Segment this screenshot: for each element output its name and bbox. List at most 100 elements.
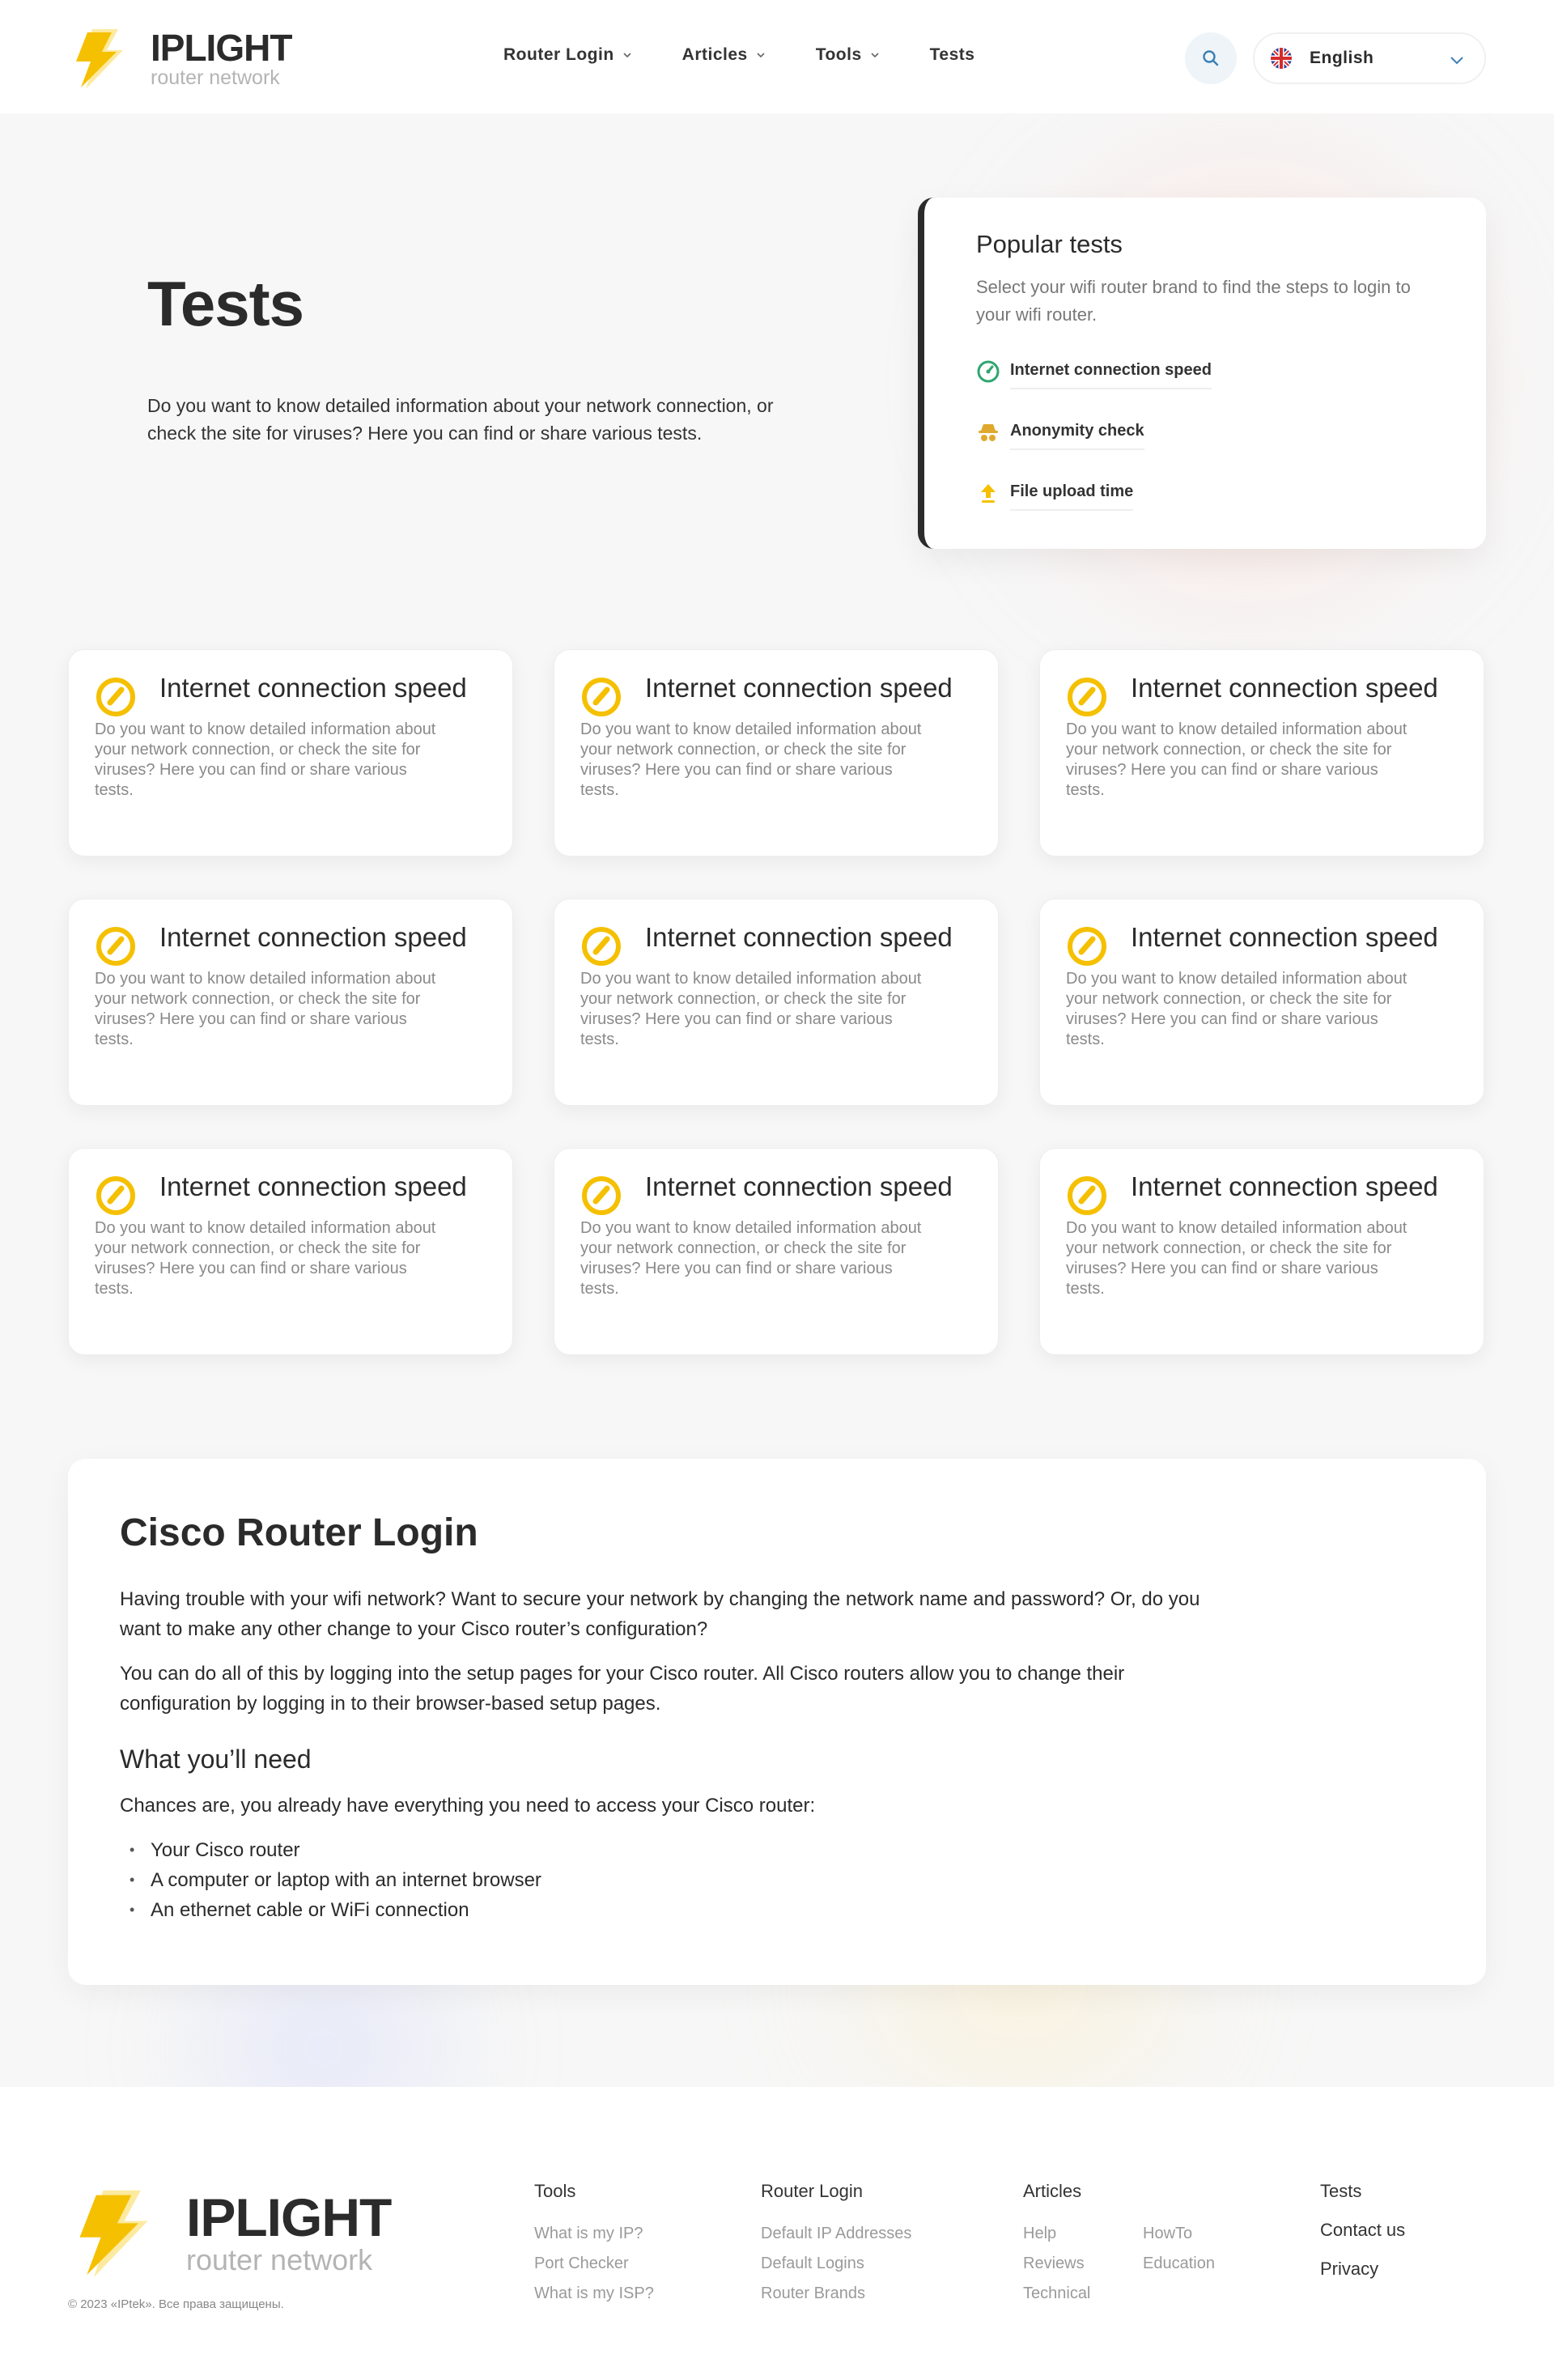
footer-link[interactable]: Port Checker xyxy=(534,2255,654,2273)
requirements-list: Your Cisco router A computer or laptop w… xyxy=(120,1835,1436,1925)
footer-link-tests[interactable]: Tests xyxy=(1320,2181,1405,2202)
search-icon xyxy=(1203,50,1219,66)
footer-heading[interactable]: Tools xyxy=(534,2181,654,2202)
test-card-title: Internet connection speed xyxy=(1131,1171,1438,1201)
speedometer-icon xyxy=(1068,1176,1106,1215)
footer-link-contact[interactable]: Contact us xyxy=(1320,2220,1405,2241)
footer-link-privacy[interactable]: Privacy xyxy=(1320,2259,1405,2280)
article-title: Cisco Router Login xyxy=(120,1511,478,1554)
test-card-text: Do you want to know detailed information… xyxy=(580,970,922,1048)
lightning-bolt-icon xyxy=(76,29,123,89)
test-card-title: Internet connection speed xyxy=(159,922,467,952)
test-card-text: Do you want to know detailed information… xyxy=(1066,970,1408,1048)
test-card[interactable]: Internet connection speed Do you want to… xyxy=(1039,1148,1484,1355)
popular-test-label: File upload time xyxy=(1010,482,1134,511)
logo-name: IPLIGHT xyxy=(151,26,292,69)
footer-logo[interactable]: IPLIGHT router network xyxy=(68,2186,392,2280)
test-card[interactable]: Internet connection speed Do you want to… xyxy=(1039,899,1484,1106)
nav-router-login[interactable]: Router Login xyxy=(503,45,632,65)
test-card-text: Do you want to know detailed information… xyxy=(580,1219,922,1298)
search-button[interactable] xyxy=(1185,32,1237,84)
speedometer-icon xyxy=(96,1176,135,1215)
popular-test-label: Anonymity check xyxy=(1010,422,1144,450)
upload-icon xyxy=(981,483,996,503)
article-paragraph: You can do all of this by logging into t… xyxy=(120,1663,1125,1715)
chevron-down-icon xyxy=(871,53,879,58)
popular-test-link[interactable]: Anonymity check xyxy=(976,414,1486,450)
footer-link[interactable]: HowTo xyxy=(1143,2225,1240,2243)
chevron-down-icon xyxy=(757,53,765,58)
logo[interactable]: IPLIGHT router network xyxy=(68,26,292,91)
test-card[interactable]: Internet connection speed Do you want to… xyxy=(68,1148,513,1355)
test-card-title: Internet connection speed xyxy=(1131,922,1438,952)
nav-label: Router Login xyxy=(503,45,614,64)
test-card[interactable]: Internet connection speed Do you want to… xyxy=(554,899,999,1106)
nav-tools[interactable]: Tools xyxy=(816,45,880,65)
article-paragraph: Having trouble with your wifi network? W… xyxy=(120,1588,1200,1640)
test-card[interactable]: Internet connection speed Do you want to… xyxy=(554,649,999,856)
test-card-text: Do you want to know detailed information… xyxy=(95,1219,436,1298)
language-label: English xyxy=(1310,49,1374,67)
speedometer-icon xyxy=(582,678,621,716)
footer-link[interactable]: Router Brands xyxy=(761,2284,911,2303)
nav-articles[interactable]: Articles xyxy=(682,45,766,65)
test-card-title: Internet connection speed xyxy=(645,673,953,703)
test-card-title: Internet connection speed xyxy=(1131,673,1438,703)
test-card[interactable]: Internet connection speed Do you want to… xyxy=(68,649,513,856)
popular-test-link[interactable]: File upload time xyxy=(976,474,1486,511)
footer-column-tools: Tools What is my IP? Port Checker What i… xyxy=(534,2181,654,2314)
page-title: Tests xyxy=(147,268,304,339)
footer-link[interactable]: Default Logins xyxy=(761,2255,911,2273)
language-select[interactable]: English xyxy=(1253,32,1486,84)
footer-logo-name: IPLIGHT xyxy=(186,2187,392,2247)
footer-link[interactable]: What is my ISP? xyxy=(534,2284,654,2303)
nav-label: Articles xyxy=(681,45,748,64)
chevron-down-icon xyxy=(1450,57,1463,65)
uk-flag-icon xyxy=(1271,48,1292,69)
test-card-text: Do you want to know detailed information… xyxy=(1066,720,1408,799)
footer-link[interactable]: Help xyxy=(1023,2225,1143,2243)
nav-label: Tests xyxy=(929,45,975,64)
footer-heading[interactable]: Router Login xyxy=(761,2181,911,2202)
site-header: IPLIGHT router network Router Login Arti… xyxy=(0,0,1554,113)
article-subtitle: What you’ll need xyxy=(120,1745,312,1774)
tests-grid: Internet connection speed Do you want to… xyxy=(68,649,1486,1355)
speedometer-icon xyxy=(96,927,135,966)
footer-link[interactable]: Default IP Addresses xyxy=(761,2225,911,2243)
article-section: Cisco Router Login Having trouble with y… xyxy=(68,1459,1486,1985)
popular-tests-title: Popular tests xyxy=(976,230,1123,258)
footer-link[interactable]: Reviews xyxy=(1023,2255,1143,2273)
speedometer-icon xyxy=(1068,927,1106,966)
footer-column-router-login: Router Login Default IP Addresses Defaul… xyxy=(761,2181,911,2314)
list-item: An ethernet cable or WiFi connection xyxy=(120,1895,1436,1925)
footer-column-articles: Articles Help HowTo Reviews Education Te… xyxy=(1023,2181,1240,2314)
speedometer-icon xyxy=(582,927,621,966)
footer-link[interactable]: Technical xyxy=(1023,2284,1143,2303)
lightning-bolt-icon xyxy=(79,2190,148,2278)
test-card-text: Do you want to know detailed information… xyxy=(95,720,436,799)
footer-link[interactable]: Education xyxy=(1143,2255,1240,2273)
popular-tests-panel: Popular tests Select your wifi router br… xyxy=(918,198,1486,549)
popular-test-link[interactable]: Internet connection speed xyxy=(976,353,1486,389)
speedometer-icon xyxy=(96,678,135,716)
popular-test-label: Internet connection speed xyxy=(1010,361,1212,389)
footer-link[interactable]: What is my IP? xyxy=(534,2225,654,2243)
page-description: Do you want to know detailed information… xyxy=(147,395,774,444)
footer-heading[interactable]: Articles xyxy=(1023,2181,1240,2202)
copyright: © 2023 «IPtek». Все права защищены. xyxy=(68,2297,284,2311)
spy-icon xyxy=(979,423,998,441)
test-card-title: Internet connection speed xyxy=(645,1171,953,1201)
test-card[interactable]: Internet connection speed Do you want to… xyxy=(1039,649,1484,856)
test-card[interactable]: Internet connection speed Do you want to… xyxy=(68,899,513,1106)
nav-tests[interactable]: Tests xyxy=(930,45,975,65)
footer-column-links: Tests Contact us Privacy xyxy=(1320,2181,1405,2297)
test-card-title: Internet connection speed xyxy=(159,673,467,703)
test-card-text: Do you want to know detailed information… xyxy=(1066,1219,1408,1298)
logo-subtitle: router network xyxy=(151,66,280,89)
test-card[interactable]: Internet connection speed Do you want to… xyxy=(554,1148,999,1355)
list-item: A computer or laptop with an internet br… xyxy=(120,1865,1436,1895)
popular-tests-subtitle: Select your wifi router brand to find th… xyxy=(976,277,1411,325)
test-card-text: Do you want to know detailed information… xyxy=(580,720,922,799)
article-paragraph: Chances are, you already have everything… xyxy=(120,1795,816,1817)
list-item: Your Cisco router xyxy=(120,1835,1436,1865)
